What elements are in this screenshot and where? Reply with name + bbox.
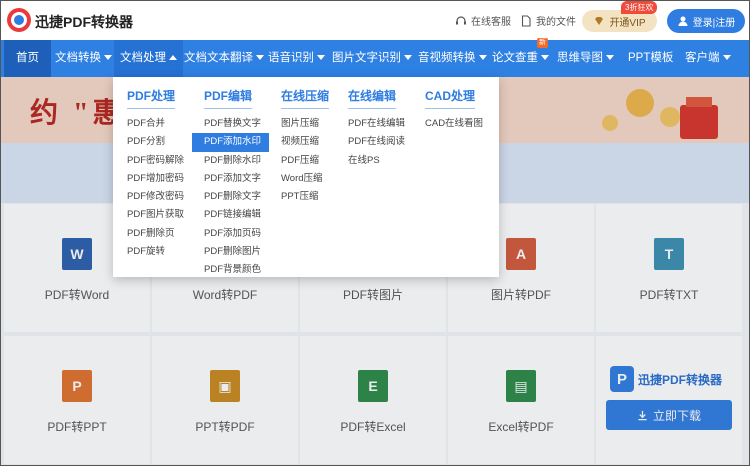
app-logo-icon[interactable] bbox=[6, 7, 32, 33]
chevron-down-icon bbox=[404, 55, 412, 61]
top-header: 迅捷PDF转换器 在线客服 我的文件 开通VIP 3折狂欢 登录|注册 bbox=[0, 0, 750, 40]
login-label: 登录|注册 bbox=[692, 17, 736, 29]
dropdown-column-online-compress: 在线压缩 图片压缩 视频压缩 PDF压缩 Word压缩 PPT压缩 bbox=[281, 87, 330, 206]
online-service-link[interactable]: 在线客服 bbox=[455, 13, 511, 28]
dropdown-column-cad-process: CAD处理 CAD在线看图 bbox=[425, 87, 483, 133]
nav-label: 思维导图 bbox=[557, 52, 603, 64]
menu-item[interactable]: PDF合并 bbox=[127, 115, 184, 133]
menu-item[interactable]: PDF旋转 bbox=[127, 243, 184, 261]
chevron-down-icon bbox=[722, 55, 731, 61]
menu-item[interactable]: PDF删除水印 bbox=[204, 152, 269, 170]
menu-item[interactable]: PDF删除文字 bbox=[204, 188, 269, 206]
chevron-down-icon bbox=[606, 55, 614, 61]
diamond-icon bbox=[595, 17, 604, 25]
nav-label: 论文查重 bbox=[492, 52, 538, 64]
menu-item[interactable]: PDF在线编辑 bbox=[348, 115, 405, 133]
column-title: PDF编辑 bbox=[204, 87, 253, 109]
menu-item[interactable]: CAD在线看图 bbox=[425, 115, 483, 133]
menu-item[interactable]: PDF删除页 bbox=[127, 225, 184, 243]
dropdown-column-pdf-process: PDF处理 PDF合并 PDF分割 PDF密码解除 PDF增加密码 PDF修改密… bbox=[127, 87, 184, 261]
user-icon bbox=[678, 16, 688, 26]
dropdown-column-online-edit: 在线编辑 PDF在线编辑 PDF在线阅读 在线PS bbox=[348, 87, 405, 170]
nav-home[interactable]: 首页 bbox=[4, 40, 51, 77]
menu-item[interactable]: PPT压缩 bbox=[281, 188, 329, 206]
main-nav: 首页 文档转换 文档处理 文档文本翻译 语音识别 图片文字识别 音视频转换 论文… bbox=[0, 40, 750, 77]
nav-client[interactable]: 客户端 bbox=[685, 40, 731, 77]
dropdown-column-pdf-edit: PDF编辑 PDF替换文字 PDF添加水印 PDF删除水印 PDF添加文字 PD… bbox=[192, 87, 269, 280]
nav-label: 客户端 bbox=[685, 52, 720, 64]
nav-doc-process[interactable]: 文档处理 bbox=[114, 40, 183, 77]
nav-label: 文档文本翻译 bbox=[184, 52, 253, 64]
nav-mind-map[interactable]: 思维导图 bbox=[557, 40, 614, 77]
menu-item[interactable]: 视频压缩 bbox=[281, 133, 329, 151]
chevron-down-icon bbox=[541, 55, 549, 61]
nav-doc-translate[interactable]: 文档文本翻译 bbox=[184, 40, 264, 77]
vip-discount-badge: 3折狂欢 bbox=[621, 1, 658, 14]
nav-label: 图片文字识别 bbox=[332, 52, 401, 64]
menu-item[interactable]: 在线PS bbox=[348, 152, 405, 170]
column-title: 在线编辑 bbox=[348, 87, 397, 109]
my-files-link[interactable]: 我的文件 bbox=[520, 13, 576, 28]
chevron-down-icon bbox=[104, 55, 112, 61]
nav-doc-convert[interactable]: 文档转换 bbox=[55, 40, 112, 77]
nav-label: 语音识别 bbox=[268, 52, 314, 64]
menu-item-highlighted[interactable]: PDF添加水印 bbox=[192, 133, 269, 152]
nav-speech-recognition[interactable]: 语音识别 bbox=[268, 40, 325, 77]
column-title: 在线压缩 bbox=[281, 87, 330, 109]
chevron-down-icon bbox=[317, 55, 325, 61]
my-files-label: 我的文件 bbox=[536, 17, 576, 28]
menu-item[interactable]: PDF添加文字 bbox=[204, 170, 269, 188]
menu-item[interactable]: PDF分割 bbox=[127, 133, 184, 151]
column-title: CAD处理 bbox=[425, 87, 475, 109]
chevron-up-icon bbox=[169, 55, 177, 61]
nav-label: 文档处理 bbox=[120, 52, 166, 64]
nav-ppt-template[interactable]: PPT模板 bbox=[628, 40, 673, 77]
menu-item[interactable]: PDF替换文字 bbox=[204, 115, 269, 133]
nav-av-convert[interactable]: 音视频转换 bbox=[418, 40, 487, 77]
app-title[interactable]: 迅捷PDF转换器 bbox=[35, 12, 133, 32]
menu-item[interactable]: Word压缩 bbox=[281, 170, 329, 188]
file-icon bbox=[521, 14, 531, 27]
nav-label: 文档转换 bbox=[55, 52, 101, 64]
headset-icon bbox=[456, 15, 466, 24]
column-title: PDF处理 bbox=[127, 87, 176, 109]
vip-label: 开通VIP bbox=[609, 17, 646, 29]
menu-item[interactable]: 图片压缩 bbox=[281, 115, 329, 133]
menu-item[interactable]: PDF背景颜色 bbox=[204, 261, 269, 279]
online-service-label: 在线客服 bbox=[471, 17, 511, 28]
menu-item[interactable]: PDF增加密码 bbox=[127, 170, 184, 188]
login-register-button[interactable]: 登录|注册 bbox=[667, 9, 745, 33]
menu-item[interactable]: PDF删除图片 bbox=[204, 243, 269, 261]
nav-label: 音视频转换 bbox=[418, 52, 476, 64]
menu-item[interactable]: PDF图片获取 bbox=[127, 206, 184, 224]
new-badge: 新 bbox=[537, 38, 548, 48]
doc-process-dropdown: PDF处理 PDF合并 PDF分割 PDF密码解除 PDF增加密码 PDF修改密… bbox=[113, 77, 499, 277]
menu-item[interactable]: PDF链接编辑 bbox=[204, 206, 269, 224]
menu-item[interactable]: PDF在线阅读 bbox=[348, 133, 405, 151]
chevron-down-icon bbox=[256, 55, 264, 61]
menu-item[interactable]: PDF修改密码 bbox=[127, 188, 184, 206]
menu-item[interactable]: PDF添加页码 bbox=[204, 225, 269, 243]
nav-image-ocr[interactable]: 图片文字识别 bbox=[332, 40, 412, 77]
menu-item[interactable]: PDF密码解除 bbox=[127, 152, 184, 170]
menu-item[interactable]: PDF压缩 bbox=[281, 152, 329, 170]
chevron-down-icon bbox=[478, 55, 487, 61]
